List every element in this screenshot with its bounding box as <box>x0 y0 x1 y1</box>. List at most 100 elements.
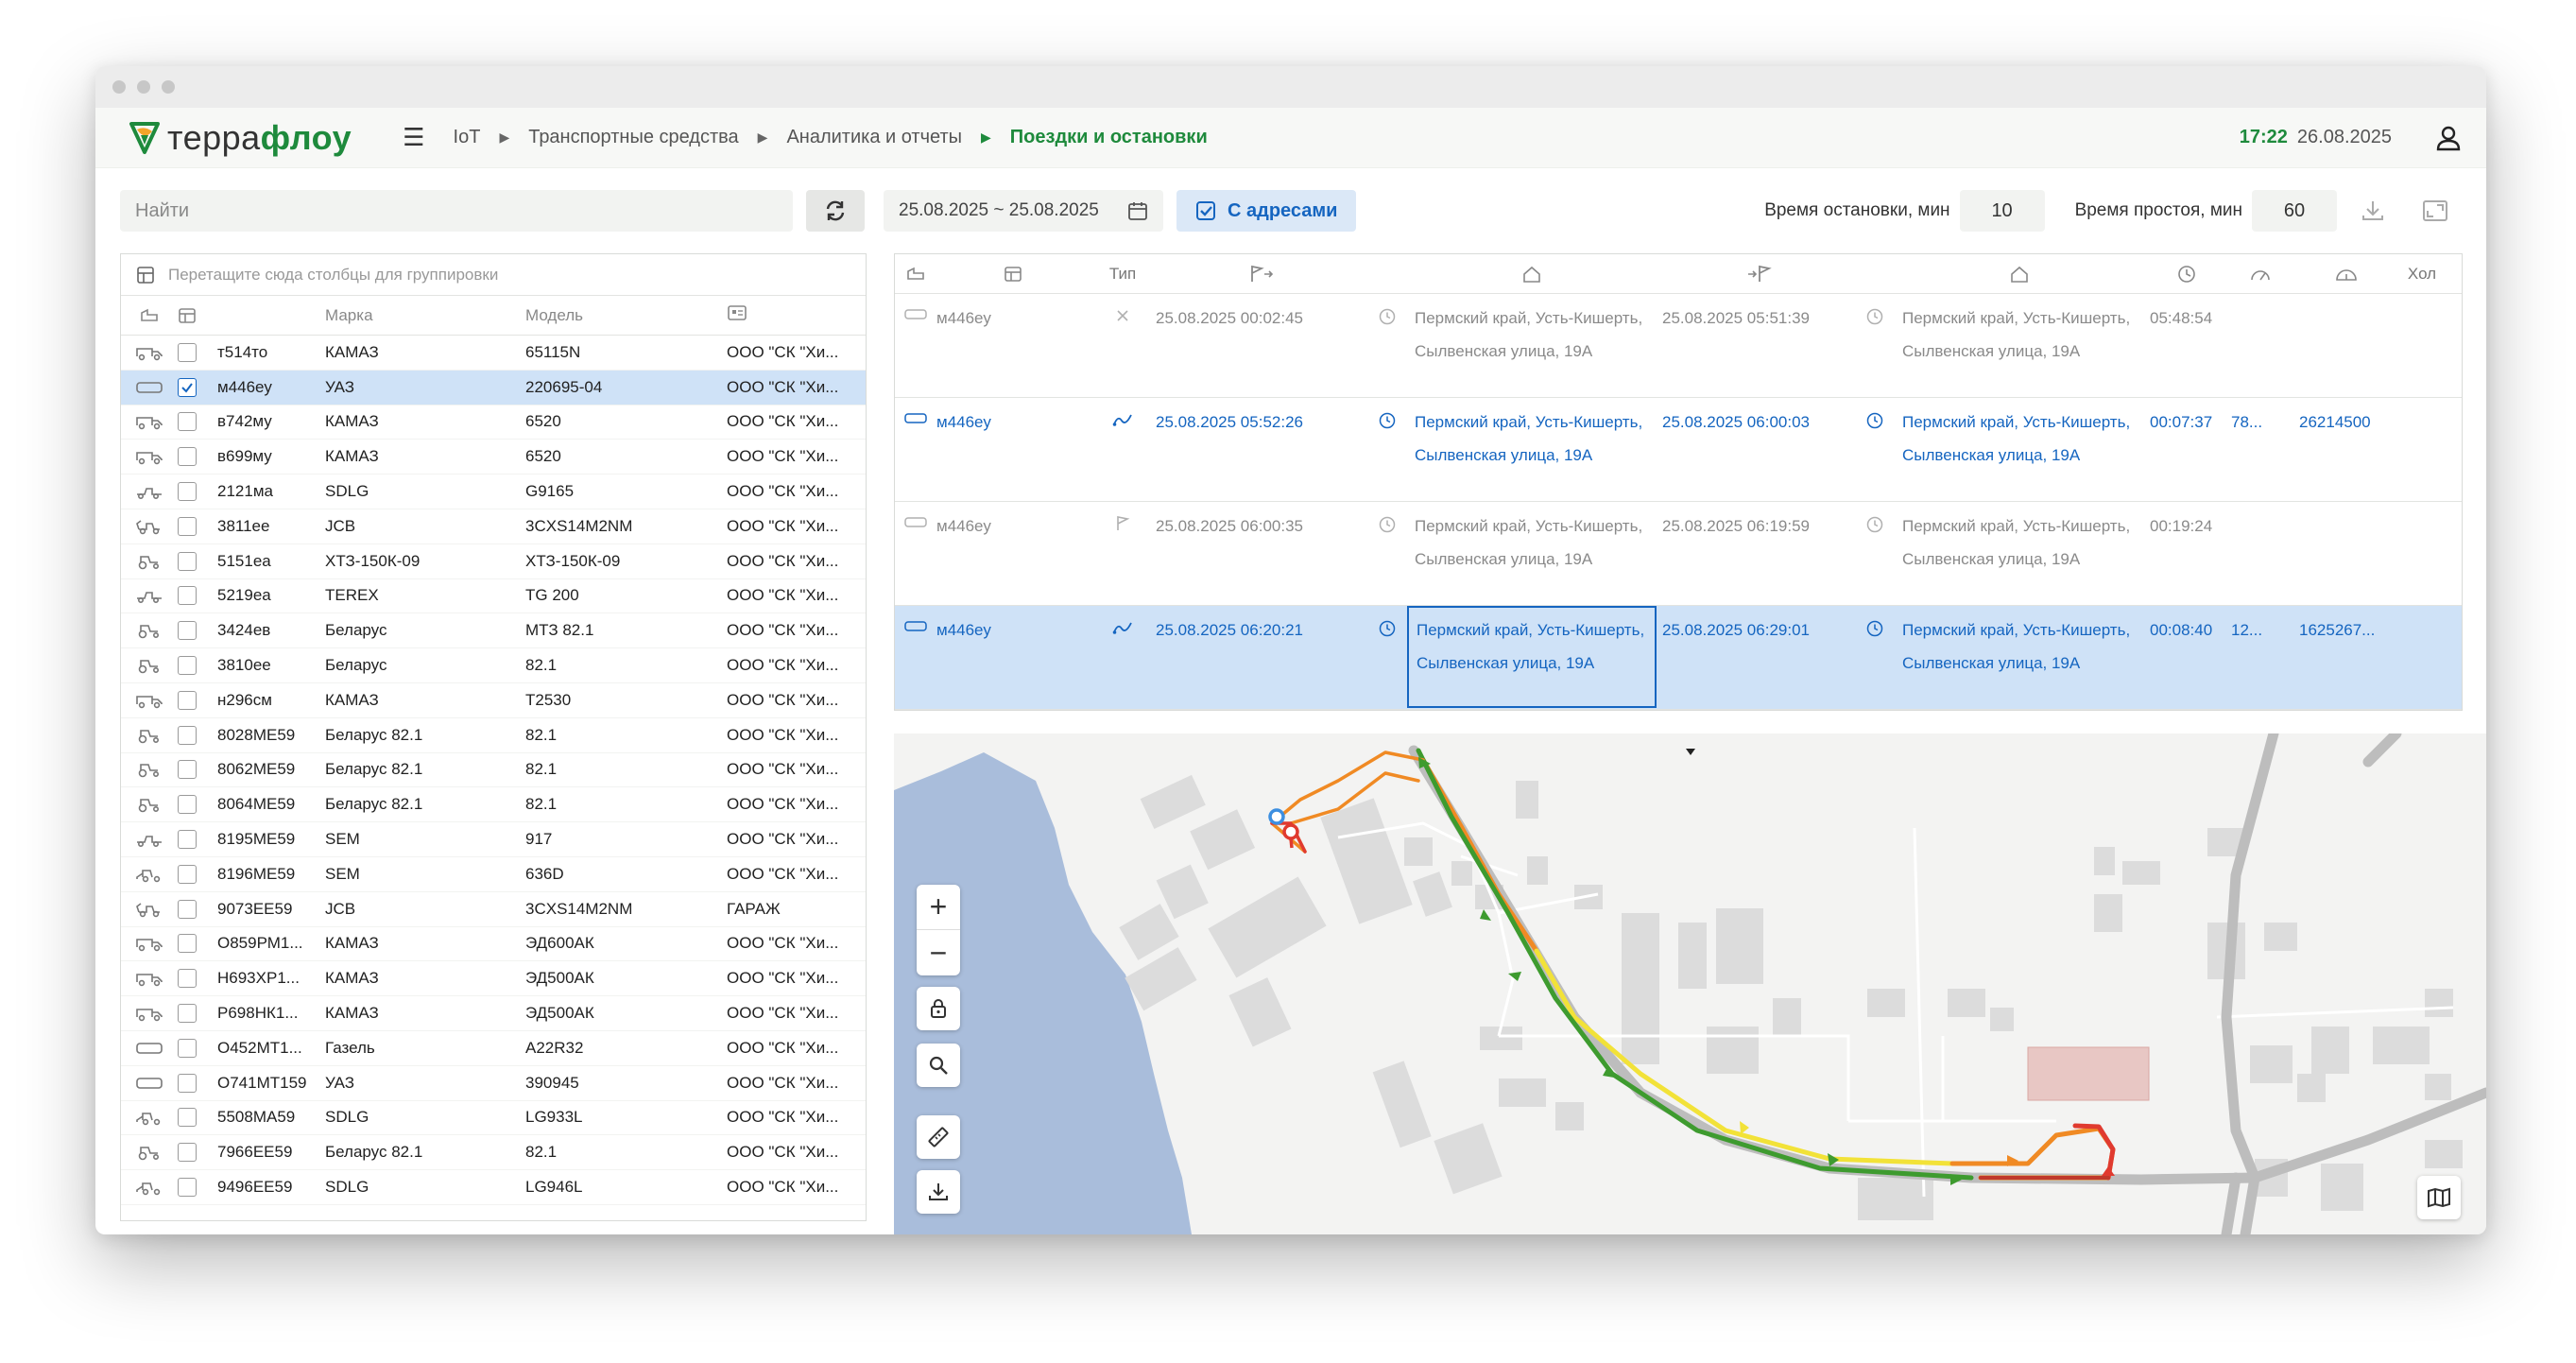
column-duration-header[interactable] <box>2144 264 2224 285</box>
trip-row[interactable]: м446еу 25.08.2025 05:52:26 Пермский край, … <box>895 398 2462 502</box>
trip-end-address[interactable]: Пермский край, Усть-Кишерть, Сылвенская … <box>1895 613 2144 680</box>
vehicle-row[interactable]: О452МТ1... Газель А22R32 ООО "СК "Хи... <box>121 1031 866 1066</box>
trip-row[interactable]: м446еу 25.08.2025 06:00:35 Пермский край, … <box>895 502 2462 606</box>
vehicle-checkbox[interactable] <box>178 1004 197 1024</box>
logo[interactable]: терра флоу <box>128 118 352 158</box>
trip-row[interactable]: м446еу 25.08.2025 06:20:21 Пермский край, … <box>895 606 2462 710</box>
vehicle-checkbox[interactable] <box>178 1073 197 1093</box>
hamburger-menu-icon[interactable]: ☰ <box>403 123 424 152</box>
vehicle-checkbox[interactable] <box>178 1178 197 1198</box>
map-canvas[interactable] <box>894 733 2486 1234</box>
vehicle-row[interactable]: 5151еа ХТЗ-150К-09 ХТЗ-150К-09 ООО "СК "Хи.… <box>121 544 866 579</box>
vehicle-row[interactable]: 3811ее JCB 3CXS14M2NM ООО "СК "Хи... <box>121 509 866 544</box>
window-dot-maximize[interactable] <box>162 80 175 94</box>
zoom-out-button[interactable]: − <box>917 930 960 975</box>
column-vehicle-type-header[interactable] <box>895 266 936 283</box>
vehicle-row[interactable]: 9073ЕЕ59 JCB 3CXS14M2NM ГАРАЖ <box>121 892 866 927</box>
export-button[interactable] <box>2346 190 2399 232</box>
vehicle-checkbox[interactable] <box>178 690 197 710</box>
vehicle-checkbox[interactable] <box>178 447 197 467</box>
trip-end-address[interactable]: Пермский край, Усть-Кишерть, Сылвенская … <box>1895 405 2144 472</box>
vehicle-checkbox[interactable] <box>178 864 197 884</box>
map-download-button[interactable] <box>917 1170 960 1214</box>
trip-end-address[interactable]: Пермский край, Усть-Кишерть, Сылвенская … <box>1895 302 2144 368</box>
trip-start-address[interactable]: Пермский край, Усть-Кишерть, Сылвенская … <box>1407 606 1657 708</box>
vehicle-row[interactable]: 5508МА59 SDLG LG933L ООО "СК "Хи... <box>121 1101 866 1136</box>
vehicle-checkbox[interactable] <box>178 1143 197 1163</box>
breadcrumb-analytics[interactable]: Аналитика и отчеты <box>786 127 962 148</box>
column-brand-header[interactable]: Марка <box>325 306 525 325</box>
vehicle-checkbox[interactable] <box>178 969 197 989</box>
idle-time-input[interactable]: 60 <box>2252 190 2337 232</box>
measure-button[interactable] <box>917 1115 960 1159</box>
vehicle-checkbox[interactable] <box>178 725 197 745</box>
vehicle-row[interactable]: 8062МЕ59 Беларус 82.1 82.1 ООО "СК "Хи... <box>121 753 866 788</box>
stop-time-input[interactable]: 10 <box>1959 190 2045 232</box>
trip-row[interactable]: м446еу 25.08.2025 00:02:45 Пермский край, … <box>895 294 2462 398</box>
vehicle-row[interactable]: О741МТ159 УАЗ 390945 ООО "СК "Хи... <box>121 1066 866 1101</box>
vehicle-checkbox[interactable] <box>178 656 197 676</box>
vehicle-row[interactable]: т514то КАМАЗ 65115N ООО "СК "Хи... <box>121 336 866 371</box>
vehicle-row[interactable]: 3424ев Беларус МТЗ 82.1 ООО "СК "Хи... <box>121 613 866 649</box>
lock-map-button[interactable] <box>917 987 960 1030</box>
vehicle-row[interactable]: 8064МЕ59 Беларус 82.1 82.1 ООО "СК "Хи... <box>121 787 866 823</box>
vehicle-checkbox[interactable] <box>178 934 197 954</box>
vehicle-checkbox[interactable] <box>178 342 197 362</box>
vehicle-row[interactable]: 8196МЕ59 SEM 636D ООО "СК "Хи... <box>121 857 866 892</box>
vehicle-row[interactable]: 3810ее Беларус 82.1 ООО "СК "Хи... <box>121 648 866 683</box>
map-search-button[interactable] <box>917 1044 960 1087</box>
vehicle-checkbox[interactable] <box>178 899 197 919</box>
trip-end-address[interactable]: Пермский край, Усть-Кишерть, Сылвенская … <box>1895 509 2144 576</box>
column-speed-header[interactable] <box>2224 266 2290 283</box>
column-type-header[interactable]: Тип <box>1090 265 1156 284</box>
column-end-address-header[interactable] <box>1895 265 2144 284</box>
vehicle-checkbox[interactable] <box>178 551 197 571</box>
column-start-address-header[interactable] <box>1407 265 1657 284</box>
with-addresses-toggle[interactable]: С адресами <box>1176 190 1357 232</box>
vehicle-row[interactable]: 8028МЕ59 Беларус 82.1 82.1 ООО "СК "Хи... <box>121 718 866 753</box>
vehicle-checkbox[interactable] <box>178 621 197 641</box>
vehicle-checkbox[interactable] <box>178 586 197 606</box>
column-start-time-header[interactable] <box>1156 265 1367 284</box>
vehicle-checkbox[interactable] <box>178 760 197 780</box>
fullscreen-button[interactable] <box>2409 190 2462 232</box>
refresh-button[interactable] <box>806 190 865 232</box>
trip-start-address[interactable]: Пермский край, Усть-Кишерть, Сылвенская … <box>1407 405 1657 472</box>
vehicle-checkbox[interactable] <box>178 1038 197 1058</box>
window-dot-close[interactable] <box>112 80 126 94</box>
vehicle-checkbox[interactable] <box>178 412 197 432</box>
vehicle-row[interactable]: в699му КАМАЗ 6520 ООО "СК "Хи... <box>121 440 866 475</box>
group-drop-zone[interactable]: Перетащите сюда столбцы для группировки <box>121 254 866 296</box>
date-range-picker[interactable]: 25.08.2025 ~ 25.08.2025 <box>884 190 1163 232</box>
trip-start-address[interactable]: Пермский край, Усть-Кишерть, Сылвенская … <box>1407 509 1657 576</box>
vehicle-checkbox[interactable] <box>178 377 197 397</box>
trip-start-address[interactable]: Пермский край, Усть-Кишерть, Сылвенская … <box>1407 302 1657 368</box>
user-icon[interactable] <box>2435 125 2462 151</box>
window-dot-minimize[interactable] <box>137 80 150 94</box>
vehicle-checkbox[interactable] <box>178 1108 197 1128</box>
map-layers-button[interactable] <box>2417 1176 2461 1219</box>
vehicle-checkbox[interactable] <box>178 482 197 502</box>
column-end-time-header[interactable] <box>1657 265 1855 284</box>
vehicle-row[interactable]: м446еу УАЗ 220695-04 ООО "СК "Хи... <box>121 370 866 405</box>
vehicle-row[interactable]: 5219еа TEREX TG 200 ООО "СК "Хи... <box>121 579 866 614</box>
search-input[interactable] <box>120 190 793 232</box>
column-org-header[interactable] <box>727 304 859 326</box>
vehicle-row[interactable]: 8195МЕ59 SEM 917 ООО "СК "Хи... <box>121 822 866 857</box>
column-select-header[interactable] <box>178 307 212 324</box>
vehicle-row[interactable]: 9496ЕЕ59 SDLG LG946L ООО "СК "Хи... <box>121 1170 866 1205</box>
vehicle-row[interactable]: Р698НК1... КАМАЗ ЭД500АК ООО "СК "Хи... <box>121 996 866 1031</box>
column-type-header[interactable] <box>121 307 178 324</box>
vehicle-row[interactable]: 7966ЕЕ59 Беларус 82.1 82.1 ООО "СК "Хи... <box>121 1135 866 1171</box>
vehicle-row[interactable]: н296см КАМАЗ Т2530 ООО "СК "Хи... <box>121 683 866 718</box>
breadcrumb-iot[interactable]: IoT <box>454 127 481 148</box>
vehicle-row[interactable]: в742му КАМАЗ 6520 ООО "СК "Хи... <box>121 405 866 440</box>
breadcrumb-vehicles[interactable]: Транспортные средства <box>528 127 738 148</box>
vehicle-row[interactable]: О859РМ1... КАМАЗ ЭД600АК ООО "СК "Хи... <box>121 927 866 962</box>
vehicle-row[interactable]: Н693ХР1... КАМАЗ ЭД500АК ООО "СК "Хи... <box>121 961 866 997</box>
column-extra-header[interactable]: Хол <box>2394 265 2450 284</box>
zoom-in-button[interactable]: + <box>917 885 960 930</box>
column-vehicle-header[interactable] <box>936 266 1090 283</box>
column-odometer-header[interactable] <box>2290 265 2394 284</box>
vehicle-checkbox[interactable] <box>178 516 197 536</box>
